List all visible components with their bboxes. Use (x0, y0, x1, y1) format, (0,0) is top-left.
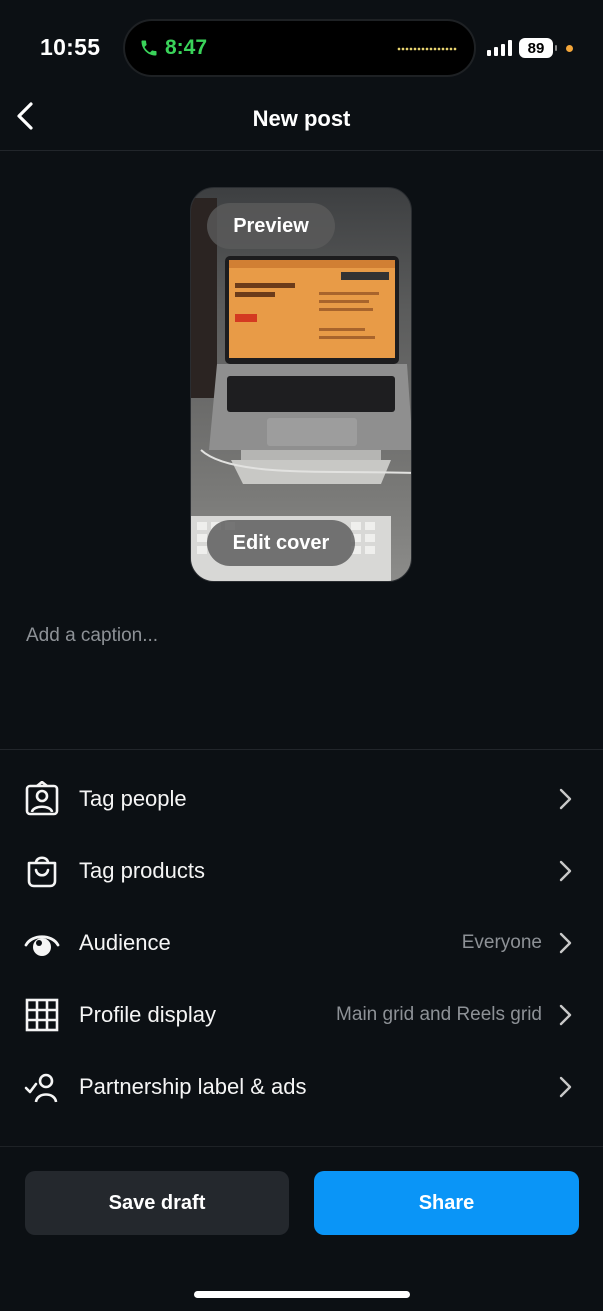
option-row-audience[interactable]: Audience Everyone (0, 907, 603, 979)
option-row-partnership[interactable]: Partnership label & ads (0, 1051, 603, 1123)
phone-icon (139, 38, 159, 58)
chevron-right-icon (557, 931, 573, 955)
cellular-signal-icon (487, 40, 512, 56)
option-label: Tag products (79, 858, 205, 883)
option-row-tag-people[interactable]: Tag people (0, 763, 603, 835)
preview-button[interactable]: Preview (207, 203, 335, 249)
profile-display-value: Main grid and Reels grid (336, 1004, 542, 1025)
option-label: Audience (79, 930, 171, 955)
edit-cover-button[interactable]: Edit cover (207, 520, 355, 566)
chevron-right-icon (557, 1003, 573, 1027)
option-label: Profile display (79, 1002, 216, 1027)
eye-icon (24, 925, 60, 961)
call-indicator[interactable]: 8:47 (139, 36, 207, 60)
grid-icon (24, 997, 60, 1033)
battery-level: 89 (527, 39, 545, 57)
home-indicator[interactable] (194, 1291, 410, 1298)
option-row-profile-display[interactable]: Profile display Main grid and Reels grid (0, 979, 603, 1051)
privacy-indicator-dot (566, 44, 573, 52)
chevron-right-icon (557, 859, 573, 883)
page-title: New post (252, 106, 351, 131)
audience-value: Everyone (461, 932, 542, 953)
shopping-bag-icon (24, 853, 60, 889)
option-label: Tag people (79, 786, 187, 811)
battery-icon: 89 (519, 38, 557, 58)
header-divider (0, 150, 603, 151)
caption-input[interactable]: Add a caption... (26, 625, 158, 647)
dynamic-island[interactable]: 8:47 (123, 19, 476, 77)
status-time: 10:55 (40, 34, 101, 60)
tag-people-icon (24, 781, 60, 817)
chevron-right-icon (557, 787, 573, 811)
call-duration: 8:47 (165, 36, 208, 59)
partnership-icon (24, 1069, 60, 1105)
chevron-right-icon (557, 1075, 573, 1099)
share-button[interactable]: Share (314, 1171, 579, 1235)
post-preview-thumbnail[interactable]: Preview Edit cover (190, 187, 412, 582)
option-label: Partnership label & ads (79, 1074, 307, 1099)
status-indicators: 89 (487, 38, 573, 58)
audio-waveform-icon (397, 46, 457, 52)
save-draft-button[interactable]: Save draft (25, 1171, 289, 1235)
caption-divider (0, 749, 603, 750)
option-row-tag-products[interactable]: Tag products (0, 835, 603, 907)
